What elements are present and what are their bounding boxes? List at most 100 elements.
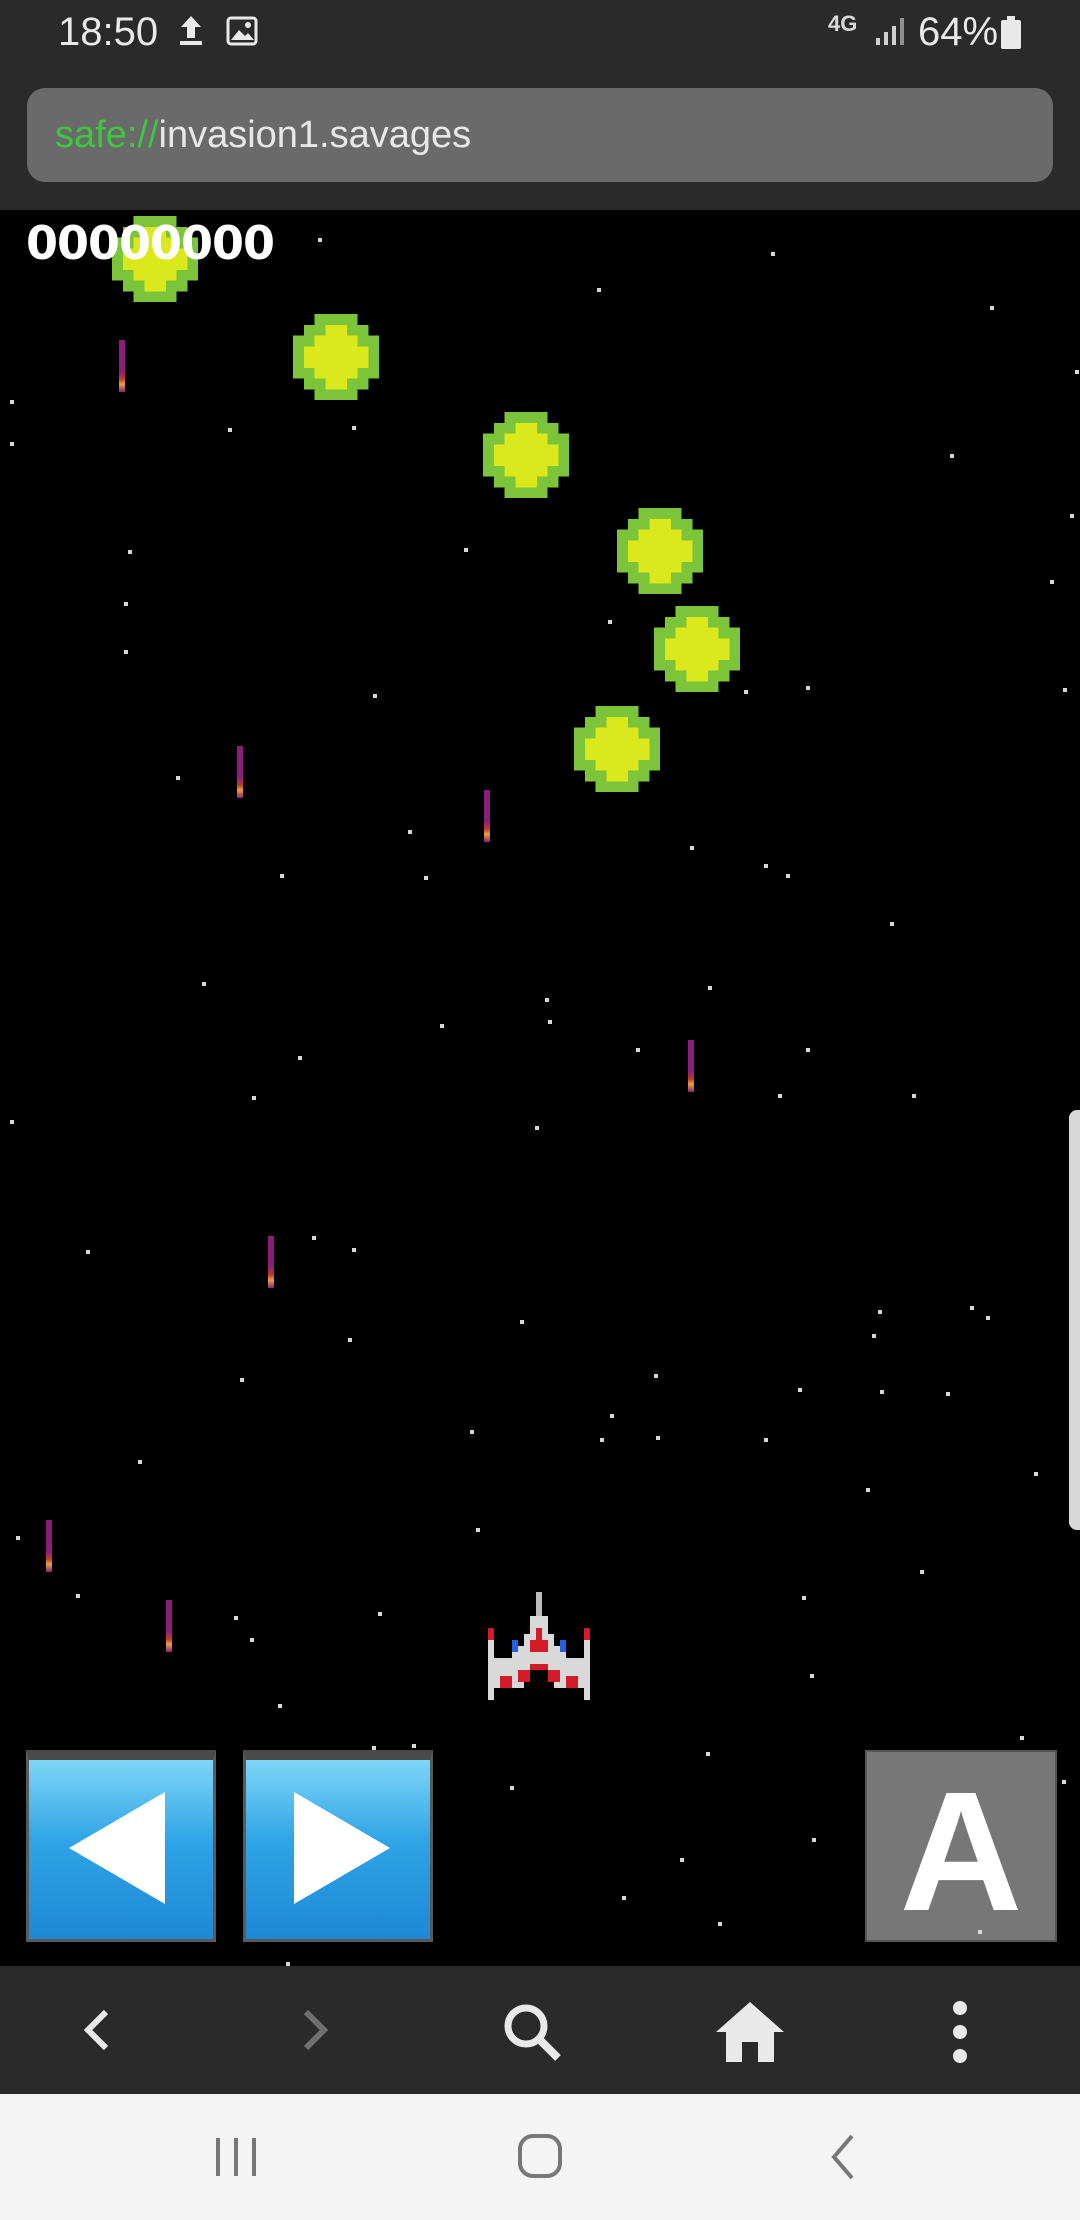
star xyxy=(424,876,428,880)
star xyxy=(890,922,894,926)
star xyxy=(280,874,284,878)
star xyxy=(408,830,412,834)
star xyxy=(1050,580,1054,584)
system-back-button[interactable] xyxy=(794,2114,894,2200)
star xyxy=(950,454,954,458)
star xyxy=(920,1570,924,1574)
star xyxy=(535,1126,539,1130)
star xyxy=(76,1594,80,1598)
search-icon xyxy=(504,2004,561,2061)
star xyxy=(234,1616,238,1620)
star xyxy=(622,1896,626,1900)
star xyxy=(802,1596,806,1600)
move-left-button[interactable] xyxy=(26,1750,216,1942)
enemy-bullet xyxy=(46,1520,52,1572)
star xyxy=(10,400,14,404)
recent-apps-icon xyxy=(216,2138,256,2176)
star xyxy=(806,686,810,690)
star xyxy=(476,1528,480,1532)
star xyxy=(1070,514,1074,518)
star xyxy=(1063,688,1067,692)
battery-icon xyxy=(1000,16,1022,55)
enemy-bullet xyxy=(166,1600,172,1652)
scroll-handle[interactable] xyxy=(1069,1110,1080,1530)
star xyxy=(278,1704,282,1708)
star xyxy=(440,1024,444,1028)
game-canvas[interactable]: 00000000 A xyxy=(0,210,1080,1966)
star xyxy=(1034,1472,1038,1476)
star xyxy=(548,1020,552,1024)
star xyxy=(978,1930,982,1934)
system-nav-bar xyxy=(0,2094,1080,2220)
star xyxy=(124,650,128,654)
more-icon xyxy=(953,2001,967,2063)
move-right-button[interactable] xyxy=(243,1750,433,1942)
star xyxy=(778,1094,782,1098)
system-back-icon xyxy=(831,2134,854,2180)
star xyxy=(348,1338,352,1342)
back-icon xyxy=(83,2009,109,2051)
star xyxy=(718,1922,722,1926)
fire-a-button[interactable]: A xyxy=(865,1750,1057,1947)
star xyxy=(252,1096,256,1100)
enemy-alien xyxy=(617,508,703,594)
star xyxy=(176,776,180,780)
enemy-alien xyxy=(574,706,660,792)
star xyxy=(298,1056,302,1060)
star xyxy=(10,1120,14,1124)
star xyxy=(690,846,694,850)
recent-apps-button[interactable] xyxy=(186,2114,286,2200)
forward-button[interactable] xyxy=(254,1966,374,2094)
star xyxy=(764,864,768,868)
star xyxy=(610,1414,614,1418)
star xyxy=(912,1094,916,1098)
url-host: invasion1.savages xyxy=(158,114,472,156)
star xyxy=(10,442,14,446)
system-home-button[interactable] xyxy=(490,2114,590,2200)
url-field[interactable]: safe://invasion1.savages xyxy=(27,88,1053,182)
star xyxy=(812,1838,816,1842)
star xyxy=(798,1388,802,1392)
browser-address-bar: safe://invasion1.savages xyxy=(0,68,1080,210)
star xyxy=(464,548,468,552)
star xyxy=(744,690,748,694)
more-menu-button[interactable] xyxy=(900,1966,1020,2094)
star xyxy=(600,1438,604,1442)
star xyxy=(128,550,132,554)
star xyxy=(1020,1736,1024,1740)
star xyxy=(318,238,322,242)
star xyxy=(1062,1780,1066,1784)
right-arrow-icon xyxy=(294,1792,390,1904)
search-button[interactable] xyxy=(470,1966,590,2094)
star xyxy=(124,602,128,606)
left-arrow-icon xyxy=(69,1792,165,1904)
star xyxy=(545,998,549,1002)
image-icon xyxy=(226,16,258,51)
enemy-bullet xyxy=(688,1040,694,1092)
star xyxy=(352,1248,356,1252)
star xyxy=(946,1392,950,1396)
network-4g-icon: 4G xyxy=(828,11,858,36)
star xyxy=(16,1536,20,1540)
star xyxy=(378,1612,382,1616)
star xyxy=(986,1316,990,1320)
star xyxy=(872,1334,876,1338)
status-bar: 18:50 4G 64% xyxy=(0,0,1080,68)
enemy-alien xyxy=(483,412,569,498)
star xyxy=(880,1390,884,1394)
star xyxy=(372,1746,376,1750)
star xyxy=(970,1306,974,1310)
star xyxy=(412,1744,416,1748)
star xyxy=(990,306,994,310)
player-ship xyxy=(488,1592,590,1700)
home-button[interactable] xyxy=(684,1966,804,2094)
status-time: 18:50 xyxy=(58,10,159,54)
back-button[interactable] xyxy=(38,1966,158,2094)
home-icon xyxy=(716,2002,784,2062)
enemy-alien xyxy=(654,606,740,692)
star xyxy=(636,1048,640,1052)
enemy-bullet xyxy=(484,790,490,842)
signal-icon xyxy=(874,16,908,51)
star xyxy=(597,288,601,292)
score-counter: 00000000 xyxy=(26,216,275,270)
